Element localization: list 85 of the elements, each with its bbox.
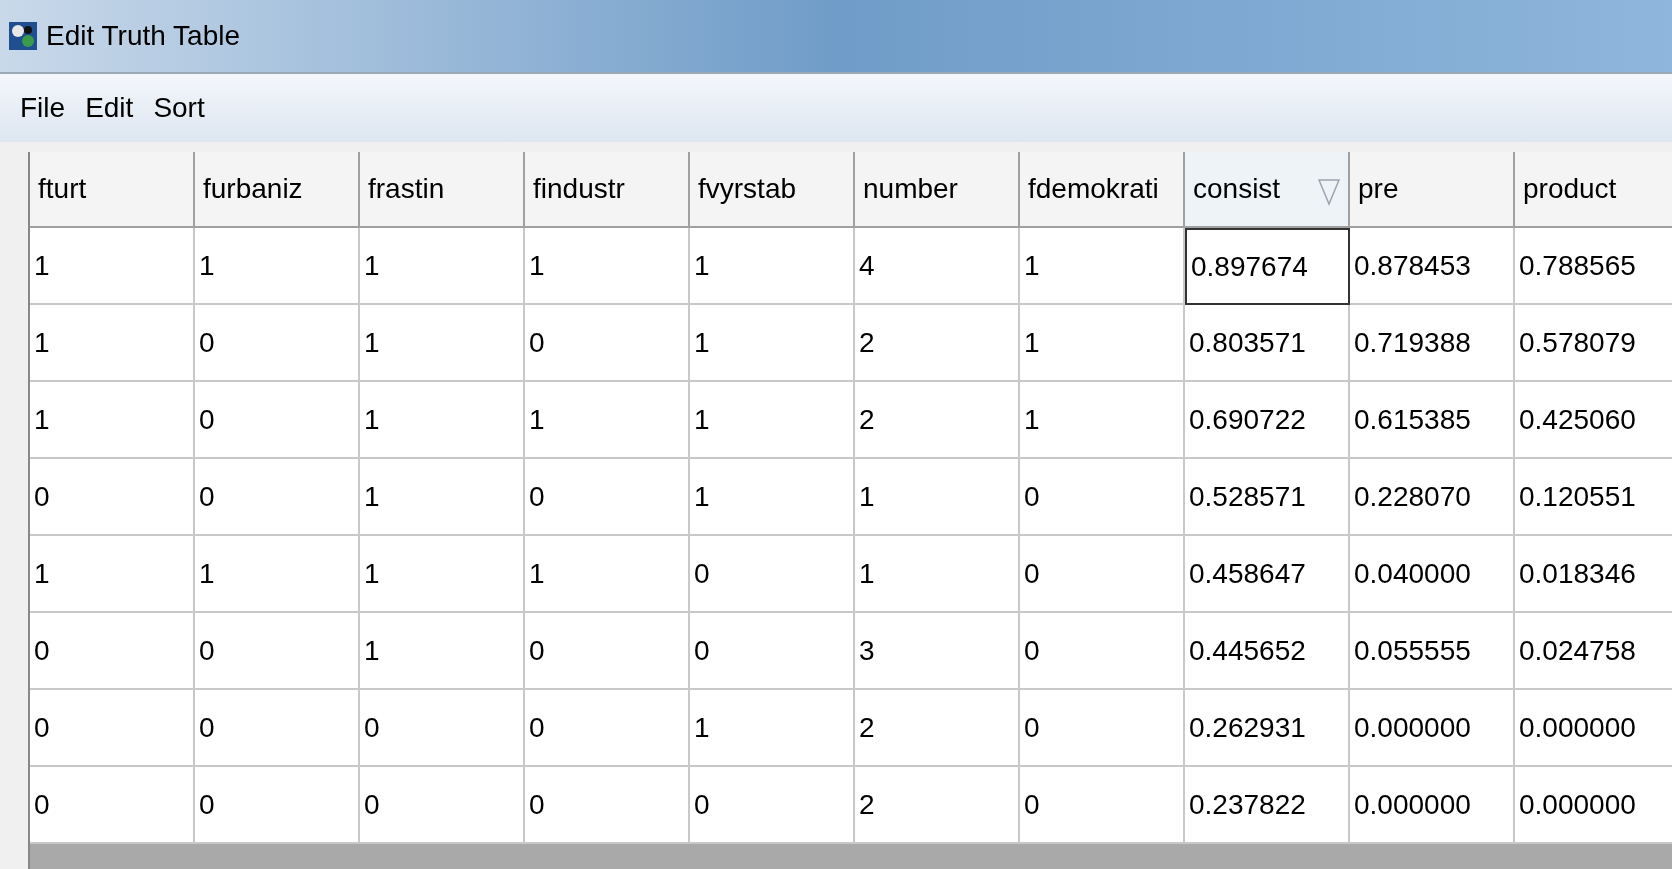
table-cell[interactable]: 0 [1020, 613, 1185, 690]
table-cell[interactable]: 0 [525, 305, 690, 382]
table-cell[interactable]: 1 [30, 305, 195, 382]
table-cell[interactable]: 1 [1020, 228, 1185, 305]
table-cell[interactable]: 0 [30, 613, 195, 690]
table-cell[interactable]: 0 [195, 690, 360, 767]
table-cell[interactable]: 1 [360, 382, 525, 459]
column-header[interactable]: consist [1185, 152, 1350, 228]
table-cell[interactable]: 1 [525, 228, 690, 305]
column-header[interactable]: findustr [525, 152, 690, 228]
table-cell[interactable]: 0.425060 [1515, 382, 1672, 459]
table-cell[interactable]: 0.788565 [1515, 228, 1672, 305]
table-cell[interactable]: 0 [195, 305, 360, 382]
table-cell[interactable]: 0 [30, 690, 195, 767]
table-cell[interactable]: 2 [855, 382, 1020, 459]
table-cell[interactable]: 1 [195, 228, 360, 305]
table-cell[interactable]: 0 [195, 382, 360, 459]
table-cell[interactable]: 0 [195, 459, 360, 536]
table-cell[interactable]: 0 [1020, 459, 1185, 536]
table-cell[interactable]: 0.878453 [1350, 228, 1515, 305]
table-cell[interactable]: 0 [690, 613, 855, 690]
table-cell[interactable]: 0 [525, 459, 690, 536]
table-cell[interactable]: 0.690722 [1185, 382, 1350, 459]
table-cell[interactable]: 0.262931 [1185, 690, 1350, 767]
table-cell[interactable]: 0.024758 [1515, 613, 1672, 690]
table-cell[interactable]: 0 [525, 690, 690, 767]
menu-item[interactable]: File [20, 87, 66, 129]
table-cell[interactable]: 0.000000 [1515, 690, 1672, 767]
table-cell[interactable]: 1 [1020, 382, 1185, 459]
table-cell[interactable]: 0 [360, 690, 525, 767]
column-header[interactable]: product [1515, 152, 1672, 228]
column-header[interactable]: furbaniz [195, 152, 360, 228]
table-cell[interactable]: 1 [360, 613, 525, 690]
table-cell[interactable]: 0.000000 [1350, 690, 1515, 767]
table-cell[interactable]: 0.578079 [1515, 305, 1672, 382]
column-header[interactable]: pre [1350, 152, 1515, 228]
app-icon [8, 21, 38, 51]
table-cell[interactable]: 0.615385 [1350, 382, 1515, 459]
table-cell[interactable]: 0.719388 [1350, 305, 1515, 382]
table-cell[interactable]: 0.803571 [1185, 305, 1350, 382]
table-cell[interactable]: 0.040000 [1350, 536, 1515, 613]
table-cell[interactable]: 0.228070 [1350, 459, 1515, 536]
table-cell[interactable]: 0 [195, 613, 360, 690]
column-header[interactable]: number [855, 152, 1020, 228]
menu-item[interactable]: Edit [85, 87, 134, 129]
column-header[interactable]: fdemokrati [1020, 152, 1185, 228]
table-cell[interactable]: 1 [855, 459, 1020, 536]
table-cell[interactable]: 3 [855, 613, 1020, 690]
table-cell[interactable]: 1 [360, 228, 525, 305]
column-header[interactable]: fvyrstab [690, 152, 855, 228]
table-cell[interactable]: 0.018346 [1515, 536, 1672, 613]
table-cell[interactable]: 1 [360, 305, 525, 382]
table-cell[interactable]: 1 [690, 305, 855, 382]
table-cell[interactable]: 0.528571 [1185, 459, 1350, 536]
table-cell[interactable]: 1 [690, 690, 855, 767]
column-header[interactable]: frastin [360, 152, 525, 228]
table-cell[interactable]: 1 [690, 228, 855, 305]
table-cell[interactable]: 0.055555 [1350, 613, 1515, 690]
table-cell[interactable]: 1 [195, 536, 360, 613]
table-cell[interactable]: 0.445652 [1185, 613, 1350, 690]
table-cell[interactable]: 2 [855, 305, 1020, 382]
table-cell[interactable]: 0 [525, 613, 690, 690]
table-cell[interactable]: 0.120551 [1515, 459, 1672, 536]
table-cell[interactable]: 1 [525, 382, 690, 459]
table-cell[interactable]: 4 [855, 228, 1020, 305]
table-cell[interactable]: 1 [525, 536, 690, 613]
table-cell[interactable]: 1 [30, 536, 195, 613]
column-header[interactable]: fturt [30, 152, 195, 228]
table-cell[interactable]: 0.458647 [1185, 536, 1350, 613]
table-cell[interactable]: 0 [690, 536, 855, 613]
table-cell[interactable]: 1 [360, 459, 525, 536]
table-cell[interactable]: 1 [690, 382, 855, 459]
table-cell[interactable]: 0 [1020, 536, 1185, 613]
table-cell[interactable]: 0 [1020, 690, 1185, 767]
table-cell[interactable]: 1 [855, 536, 1020, 613]
table-cell[interactable]: 1 [360, 536, 525, 613]
table-cell[interactable]: 0 [30, 459, 195, 536]
table-cell[interactable]: 1 [690, 459, 855, 536]
table-cell[interactable]: 2 [855, 690, 1020, 767]
table-cell[interactable]: 1 [30, 228, 195, 305]
table-cell[interactable]: 1 [30, 382, 195, 459]
table-cell[interactable]: 1 [1020, 305, 1185, 382]
window-title: Edit Truth Table [46, 19, 241, 53]
menu-item[interactable]: Sort [153, 87, 205, 129]
table-cell[interactable]: 0.897674 [1185, 228, 1350, 305]
